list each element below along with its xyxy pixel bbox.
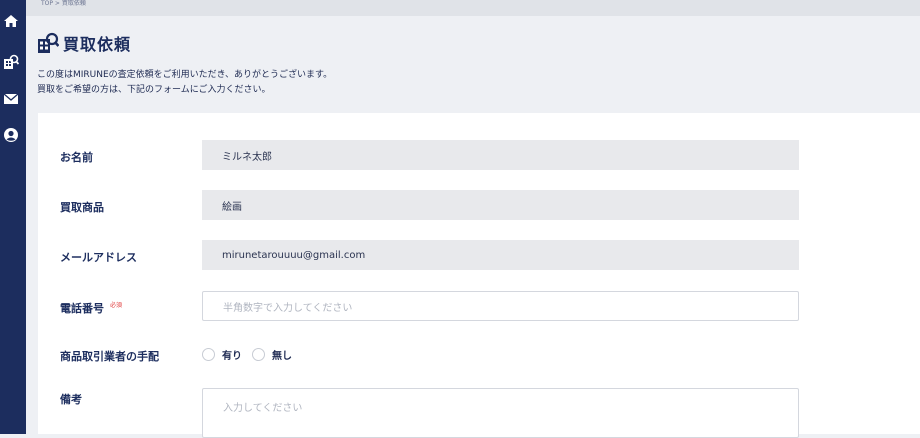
item-field[interactable]: 絵画: [202, 190, 799, 220]
home-icon[interactable]: [0, 10, 22, 32]
dealer-option-yes-label: 有り: [222, 351, 242, 362]
intro-text: この度はMIRUNEの査定依頼をご利用いただき、ありがとうございます。 買取をご…: [37, 68, 332, 98]
mail-icon[interactable]: [0, 88, 22, 110]
dealer-option-no[interactable]: 無し: [252, 347, 292, 362]
top-bar: [26, 0, 920, 16]
email-label: メールアドレス: [60, 251, 137, 264]
page-title-text: 買取依頼: [63, 35, 132, 54]
name-field[interactable]: ミルネ太郎: [202, 140, 799, 170]
phone-label-text: 電話番号: [60, 302, 104, 315]
intro-line-2: 買取をご希望の方は、下記のフォームにご入力ください。: [37, 85, 271, 95]
intro-line-1: この度はMIRUNEの査定依頼をご利用いただき、ありがとうございます。: [37, 70, 333, 80]
dealer-option-yes[interactable]: 有り: [202, 347, 242, 362]
dealer-label: 商品取引業者の手配: [60, 350, 159, 363]
dealer-radio-group: 有り 無し: [202, 347, 302, 362]
appraisal-icon[interactable]: [0, 51, 22, 73]
radio-circle[interactable]: [252, 348, 265, 361]
form-card: お名前 ミルネ太郎 買取商品 絵画 メールアドレス mirunetarouuuu…: [38, 113, 920, 438]
dealer-option-no-label: 無し: [272, 351, 292, 362]
name-label: お名前: [60, 151, 93, 164]
breadcrumb[interactable]: TOP > 買取依頼: [41, 0, 86, 9]
notes-label: 備考: [60, 393, 82, 406]
user-icon[interactable]: [0, 124, 22, 146]
appraisal-title-icon: [38, 32, 59, 53]
radio-circle[interactable]: [202, 348, 215, 361]
required-badge: 必須: [110, 302, 123, 309]
phone-label: 電話番号 必須: [60, 300, 122, 316]
notes-textarea[interactable]: 入力してください: [202, 388, 799, 438]
email-field[interactable]: mirunetarouuuu@gmail.com: [202, 240, 799, 270]
sidebar: [0, 0, 26, 434]
page-title: 買取依頼: [37, 31, 131, 55]
item-label: 買取商品: [60, 201, 104, 214]
phone-input[interactable]: 半角数字で入力してください: [202, 291, 799, 321]
